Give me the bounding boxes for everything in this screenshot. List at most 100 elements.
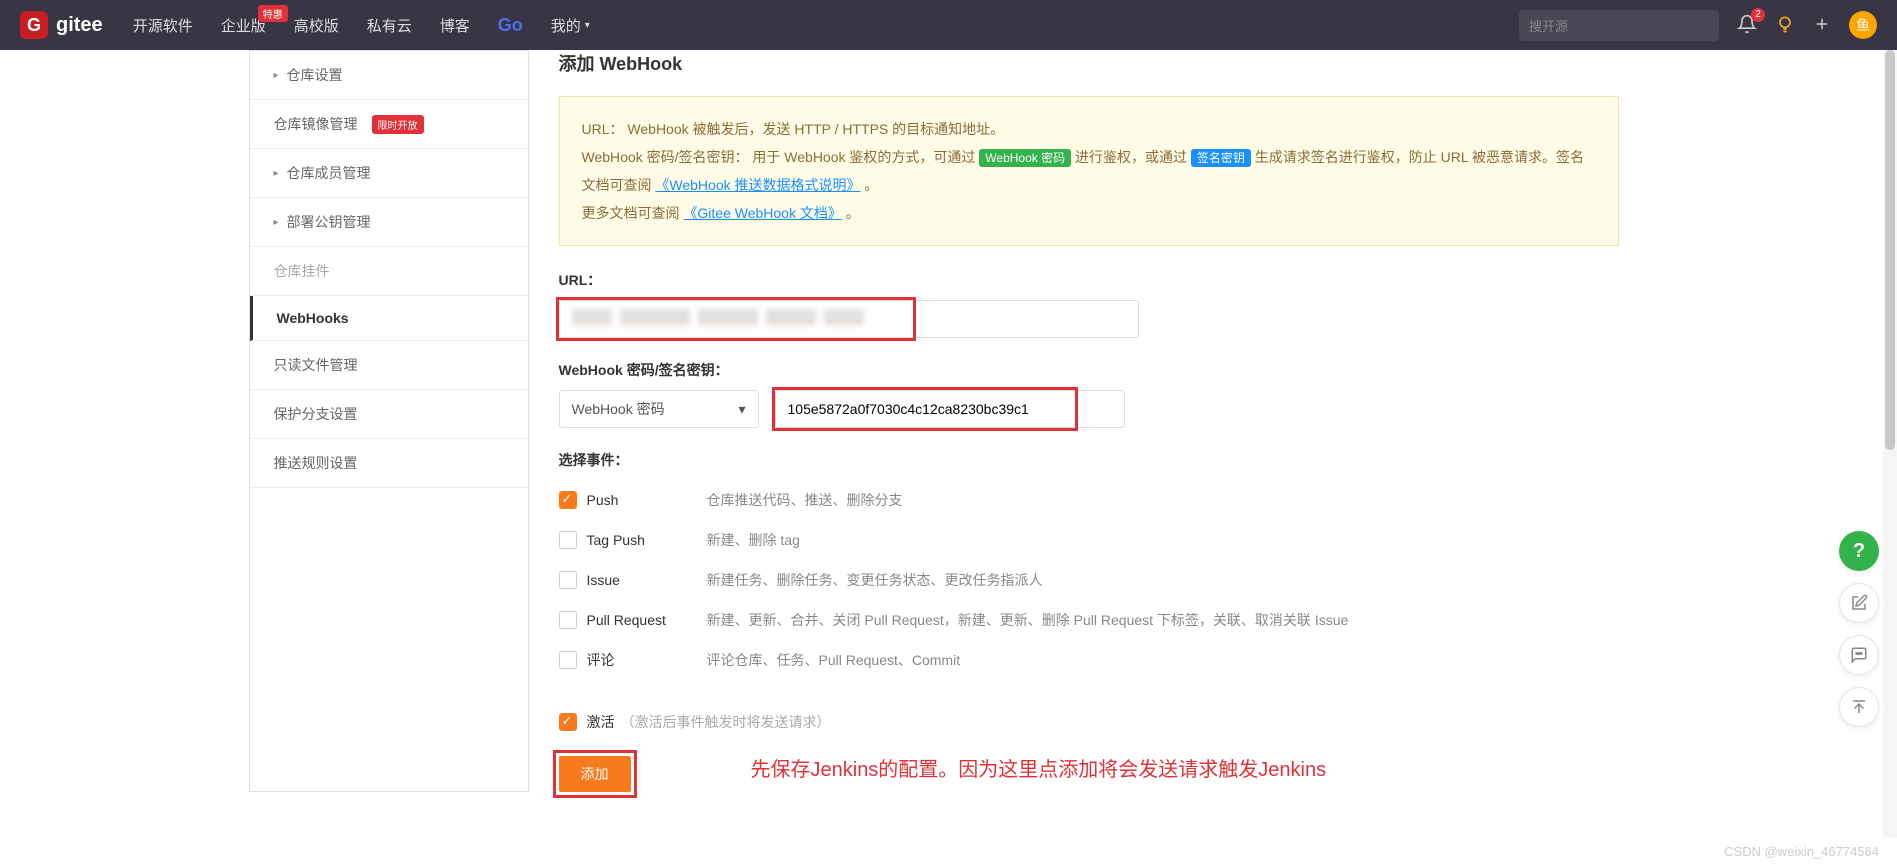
info-more-docs: 更多文档可查阅 (582, 205, 680, 221)
search-input[interactable]: 搜开源 (1519, 10, 1719, 41)
main: ▸ 仓库设置 仓库镜像管理 限时开放 ▸ 仓库成员管理 ▸ 部署公钥管理 仓库挂… (249, 50, 1649, 792)
nav-private-cloud[interactable]: 私有云 (367, 15, 412, 36)
sidebar-item-mirror[interactable]: 仓库镜像管理 限时开放 (250, 100, 528, 149)
sidebar-item-label: 推送规则设置 (274, 453, 358, 473)
event-row-pr: Pull Request 新建、更新、合并、关闭 Pull Request，新建… (559, 600, 1619, 640)
page-title: 添加 WebHook (559, 50, 1619, 76)
sidebar-item-webhooks[interactable]: WebHooks (250, 296, 528, 341)
sidebar-item-label: 仓库镜像管理 (274, 114, 358, 134)
caret-right-icon: ▸ (274, 168, 279, 179)
sidebar-item-label: 保护分支设置 (274, 404, 358, 424)
float-buttons: ? (1839, 531, 1879, 727)
annotation-text: 先保存Jenkins的配置。因为这里点添加将会发送请求触发Jenkins (751, 753, 1327, 782)
doc-link-format[interactable]: 《WebHook 推送数据格式说明》 (655, 177, 860, 193)
gitee-logo-icon: G (20, 11, 48, 39)
url-input[interactable] (559, 300, 1139, 338)
checkbox-comment[interactable] (559, 651, 577, 669)
event-desc: 新建、删除 tag (707, 530, 800, 550)
nav-blog[interactable]: 博客 (440, 15, 470, 36)
secret-select-value: WebHook 密码 (572, 399, 665, 419)
sidebar-item-label: 只读文件管理 (274, 355, 358, 375)
activate-label: 激活 (587, 712, 615, 732)
doc-link-gitee[interactable]: 《Gitee WebHook 文档》 (683, 205, 841, 221)
event-row-issue: Issue 新建任务、删除任务、变更任务状态、更改任务指派人 (559, 560, 1619, 600)
secret-label: WebHook 密码/签名密钥： (559, 360, 1619, 380)
header-right: 搜开源 2 鱼 (1519, 10, 1877, 41)
info-pwd-1: 用于 WebHook 鉴权的方式，可通过 (752, 149, 975, 165)
event-name: Tag Push (587, 532, 707, 548)
checkbox-pull-request[interactable] (559, 611, 577, 629)
main-nav: 开源软件 企业版 特惠 高校版 私有云 博客 Go 我的 ▾ (133, 15, 590, 36)
secret-input[interactable] (775, 390, 1125, 428)
sidebar-item-label: 仓库成员管理 (287, 163, 371, 183)
activate-hint: （激活后事件触发时将发送请求） (621, 712, 831, 732)
caret-right-icon: ▸ (274, 217, 279, 228)
plus-icon[interactable] (1813, 15, 1831, 36)
scrollbar[interactable] (1883, 50, 1897, 837)
sidebar: ▸ 仓库设置 仓库镜像管理 限时开放 ▸ 仓库成员管理 ▸ 部署公钥管理 仓库挂… (249, 50, 529, 792)
nav-campus[interactable]: 高校版 (294, 15, 339, 36)
event-desc: 仓库推送代码、推送、删除分支 (707, 490, 903, 510)
checkbox-tag-push[interactable] (559, 531, 577, 549)
caret-down-icon: ▾ (738, 401, 745, 418)
activate-row: 激活 （激活后事件触发时将发送请求） (559, 702, 1619, 742)
signature-key-tag: 签名密钥 (1191, 149, 1251, 167)
event-row-tag-push: Tag Push 新建、删除 tag (559, 520, 1619, 560)
logo[interactable]: G gitee (20, 11, 103, 39)
event-name: 评论 (587, 650, 707, 670)
top-header: G gitee 开源软件 企业版 特惠 高校版 私有云 博客 Go 我的 ▾ 搜… (0, 0, 1897, 50)
help-button[interactable]: ? (1839, 531, 1879, 571)
secret-group: WebHook 密码/签名密钥： WebHook 密码 ▾ (559, 360, 1619, 428)
event-row-push: Push 仓库推送代码、推送、删除分支 (559, 480, 1619, 520)
info-box: URL： WebHook 被触发后，发送 HTTP / HTTPS 的目标通知地… (559, 96, 1619, 246)
logo-text: gitee (56, 14, 103, 37)
event-desc: 评论仓库、任务、Pull Request、Commit (707, 650, 961, 670)
back-to-top-icon[interactable] (1839, 687, 1879, 727)
nav-open-source[interactable]: 开源软件 (133, 15, 193, 36)
sidebar-item-label: WebHooks (277, 310, 349, 326)
comment-icon[interactable] (1839, 635, 1879, 675)
edit-icon[interactable] (1839, 583, 1879, 623)
sidebar-item-widgets[interactable]: 仓库挂件 (250, 247, 528, 296)
info-period-2: 。 (846, 205, 860, 221)
events-group: 选择事件： Push 仓库推送代码、推送、删除分支 Tag Push 新建、删除… (559, 450, 1619, 680)
event-name: Issue (587, 572, 707, 588)
checkbox-issue[interactable] (559, 571, 577, 589)
checkbox-push[interactable] (559, 491, 577, 509)
sidebar-item-members[interactable]: ▸ 仓库成员管理 (250, 149, 528, 198)
sidebar-item-label: 部署公钥管理 (287, 212, 371, 232)
events-label: 选择事件： (559, 450, 1619, 470)
webhook-password-tag: WebHook 密码 (979, 149, 1071, 167)
bulb-icon[interactable] (1775, 14, 1795, 37)
info-pwd-label: WebHook 密码/签名密钥： (582, 149, 749, 165)
scrollbar-thumb[interactable] (1885, 50, 1895, 450)
sidebar-item-protected-branches[interactable]: 保护分支设置 (250, 390, 528, 439)
event-row-comment: 评论 评论仓库、任务、Pull Request、Commit (559, 640, 1619, 680)
nav-enterprise[interactable]: 企业版 特惠 (221, 15, 266, 36)
sidebar-item-label: 仓库设置 (287, 65, 343, 85)
bell-icon[interactable]: 2 (1737, 14, 1757, 37)
info-url-label: URL： (582, 121, 624, 137)
add-button[interactable]: 添加 (559, 756, 631, 792)
sidebar-item-push-rules[interactable]: 推送规则设置 (250, 439, 528, 488)
info-pwd-2: 进行鉴权，或通过 (1075, 149, 1187, 165)
sidebar-item-deploy-keys[interactable]: ▸ 部署公钥管理 (250, 198, 528, 247)
nav-my[interactable]: 我的 ▾ (551, 15, 590, 36)
nav-go[interactable]: Go (498, 15, 523, 36)
checkbox-activate[interactable] (559, 713, 577, 731)
info-url-tip: WebHook 被触发后，发送 HTTP / HTTPS 的目标通知地址。 (627, 121, 1004, 137)
sidebar-item-repo-settings[interactable]: ▸ 仓库设置 (250, 51, 528, 100)
notification-badge: 2 (1751, 8, 1765, 22)
url-label: URL： (559, 270, 1619, 290)
event-name: Push (587, 492, 707, 508)
nav-enterprise-badge: 特惠 (258, 5, 288, 22)
secret-type-select[interactable]: WebHook 密码 ▾ (559, 390, 759, 428)
caret-right-icon: ▸ (274, 70, 279, 81)
sidebar-item-readonly-files[interactable]: 只读文件管理 (250, 341, 528, 390)
event-desc: 新建、更新、合并、关闭 Pull Request，新建、更新、删除 Pull R… (707, 610, 1349, 630)
sidebar-item-label: 仓库挂件 (274, 261, 330, 281)
avatar[interactable]: 鱼 (1849, 11, 1877, 39)
limited-open-badge: 限时开放 (372, 115, 424, 134)
event-name: Pull Request (587, 612, 707, 628)
info-period: 。 (864, 177, 878, 193)
